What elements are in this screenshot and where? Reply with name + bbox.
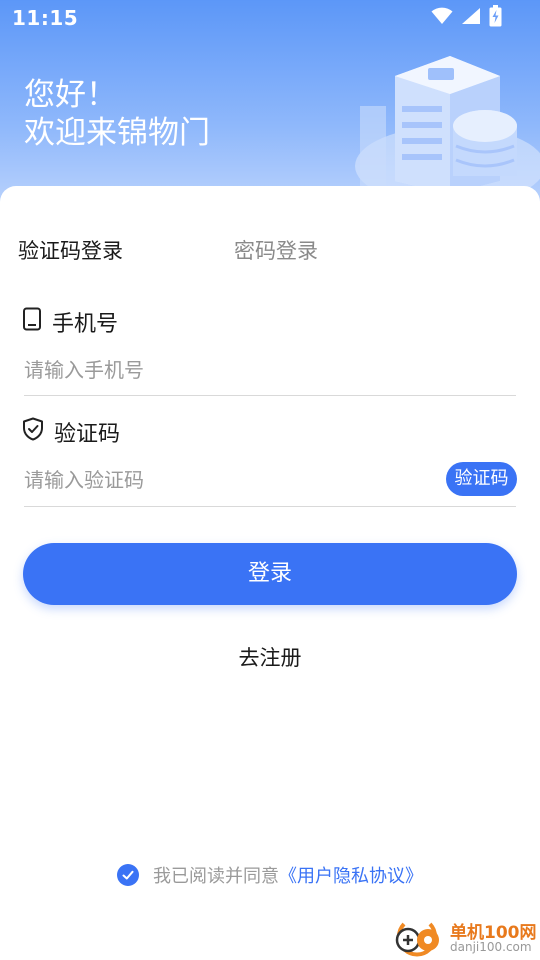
phone-icon <box>22 307 42 337</box>
status-icons <box>431 5 502 31</box>
signal-icon <box>461 7 481 29</box>
building-illustration <box>300 46 540 206</box>
watermark: 单机100网 danji100.com <box>390 914 540 960</box>
battery-charging-icon <box>489 5 502 31</box>
phone-divider <box>24 395 516 396</box>
shield-check-icon <box>22 417 44 447</box>
greeting-hello: 您好！ <box>24 77 117 113</box>
phone-field-label: 手机号 <box>22 307 118 337</box>
get-code-button[interactable]: 验证码 <box>446 462 517 496</box>
login-screen: 11:15 您好！ 欢迎来锦物门 验证码登录 密码登录 手机号 请输入手机号 验… <box>0 0 540 960</box>
tab-sms-login[interactable]: 验证码登录 <box>18 236 123 266</box>
code-label-text: 验证码 <box>54 422 121 447</box>
greeting-welcome: 欢迎来锦物门 <box>24 115 210 151</box>
agreement-row: 我已阅读并同意 《用户隐私协议》 <box>0 862 540 888</box>
agreement-checkbox[interactable] <box>117 864 139 886</box>
privacy-policy-link[interactable]: 《用户隐私协议》 <box>279 862 423 888</box>
watermark-url: danji100.com <box>450 940 532 954</box>
login-button[interactable]: 登录 <box>23 543 517 605</box>
checkmark-icon <box>122 870 134 880</box>
verification-code-input[interactable] <box>24 465 424 495</box>
status-time: 11:15 <box>12 6 79 30</box>
register-link[interactable]: 去注册 <box>0 642 540 672</box>
agreement-text: 我已阅读并同意 <box>153 866 279 887</box>
wifi-icon <box>431 7 453 29</box>
phone-label-text: 手机号 <box>52 312 119 337</box>
watermark-logo-icon <box>395 922 439 957</box>
tab-password-login[interactable]: 密码登录 <box>234 236 318 266</box>
greeting: 您好！ 欢迎来锦物门 <box>24 76 210 152</box>
status-bar: 11:15 <box>0 0 540 36</box>
phone-input[interactable] <box>24 355 444 385</box>
code-field-label: 验证码 <box>22 417 120 447</box>
code-divider <box>24 506 516 507</box>
